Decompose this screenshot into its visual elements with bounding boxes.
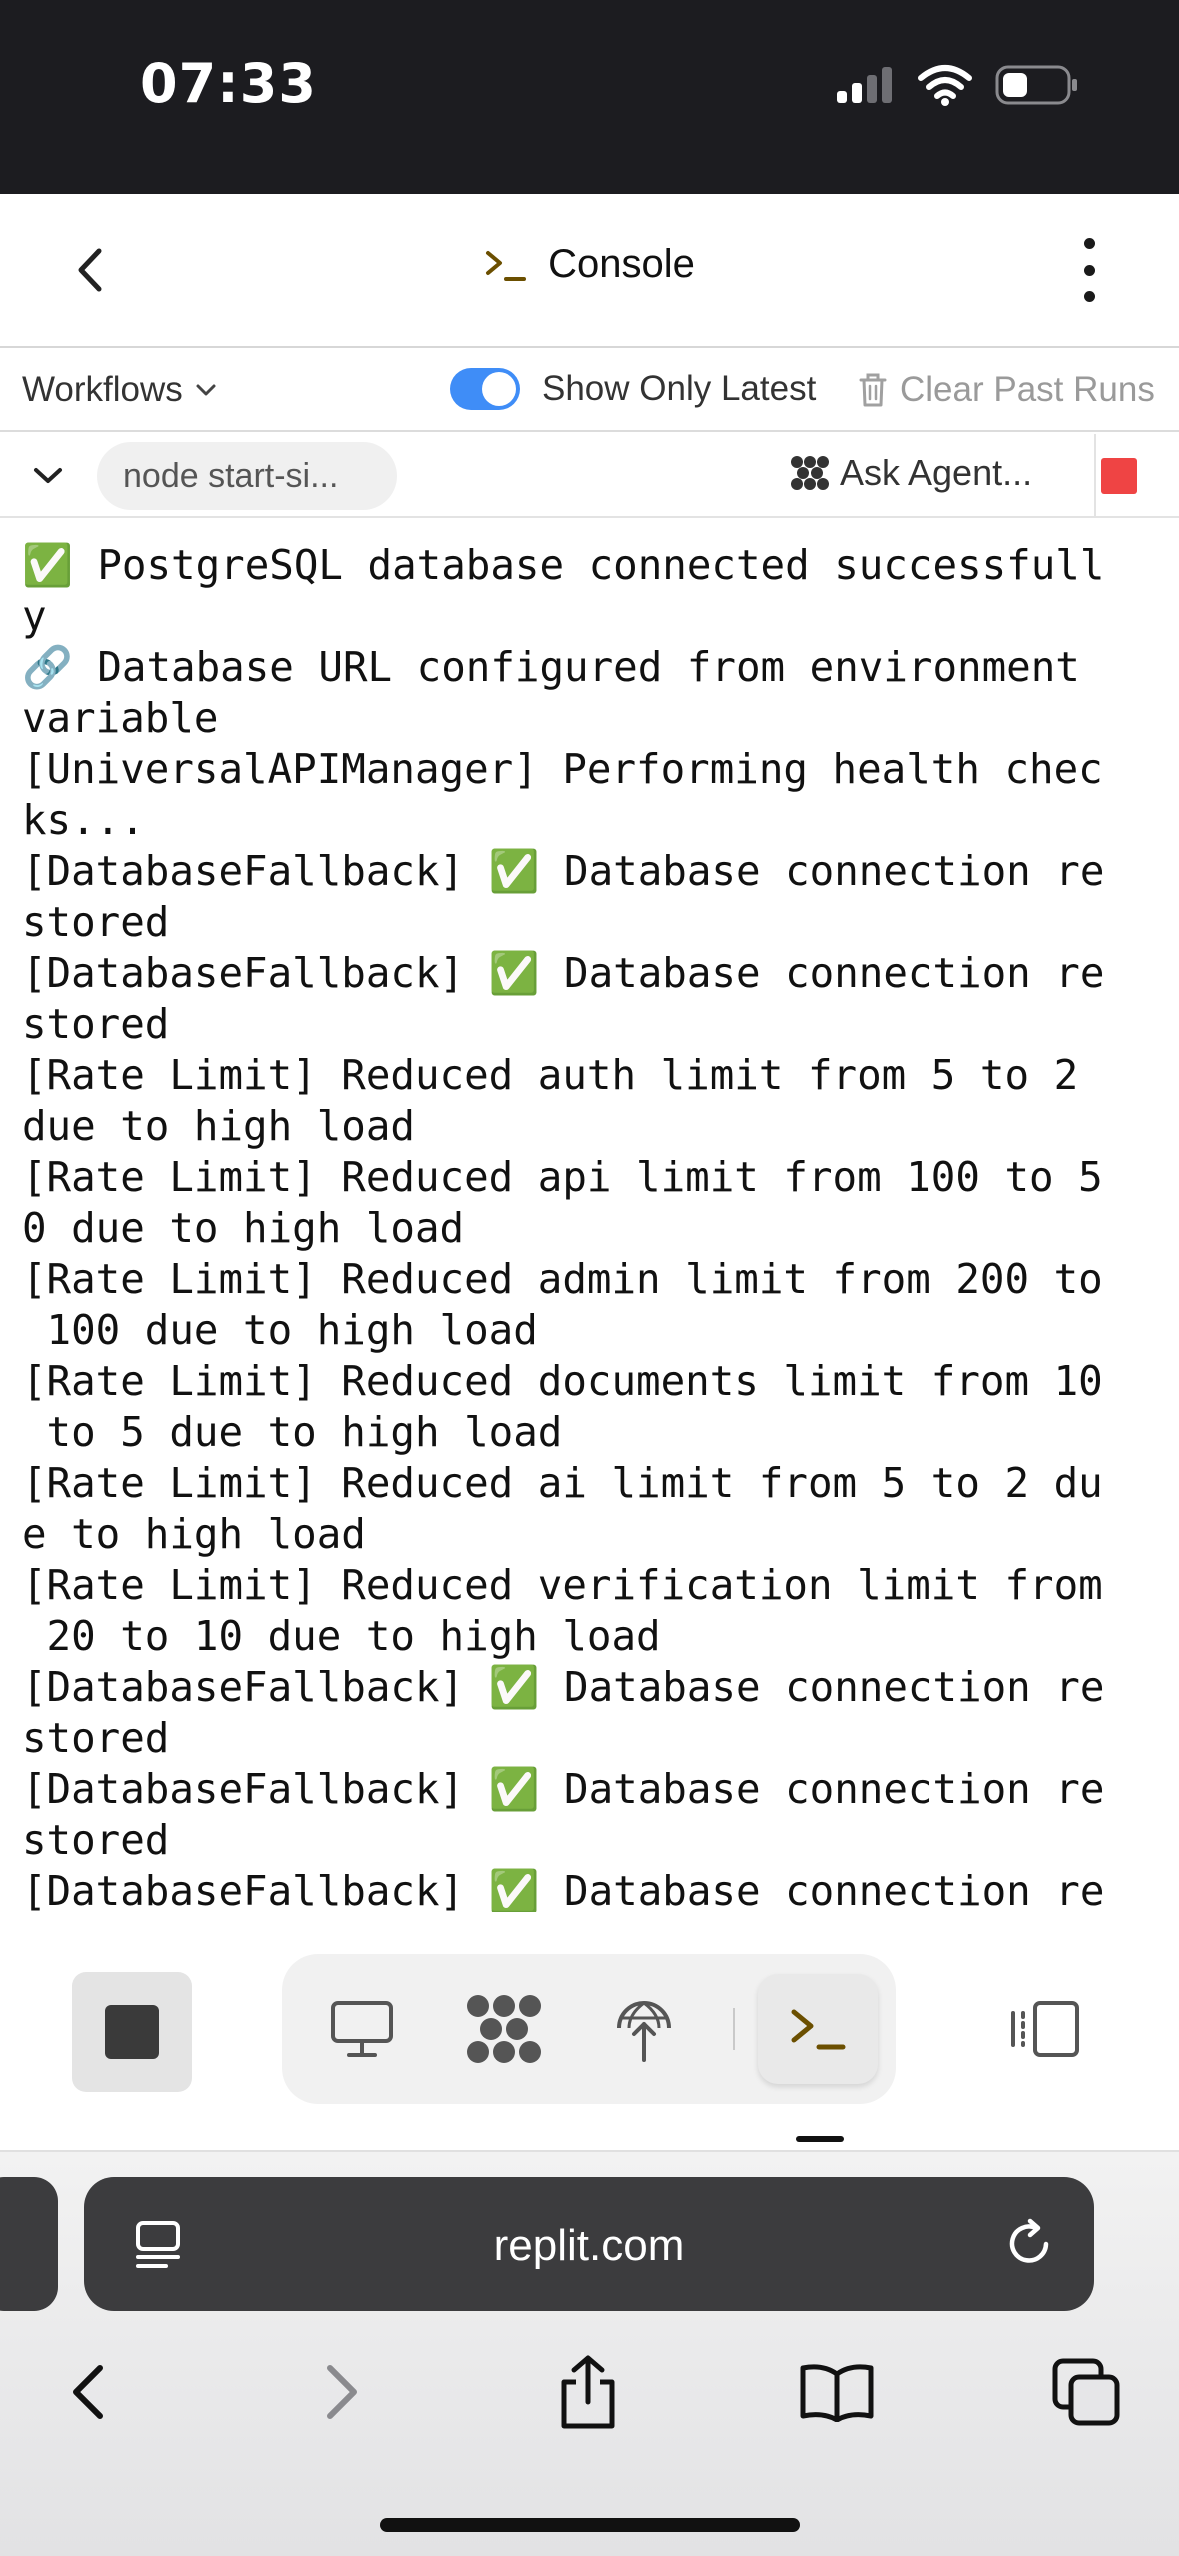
reload-icon[interactable]	[1002, 2217, 1056, 2271]
tool-group	[282, 1954, 896, 2104]
console-line: [DatabaseFallback] ✅ Database connection…	[22, 1663, 1105, 1711]
status-bar: 07:33	[0, 0, 1179, 194]
console-tool-button[interactable]	[758, 1974, 878, 2084]
console-line: stored	[22, 898, 170, 946]
console-line: stored	[22, 1816, 170, 1864]
console-line: 100 due to high load	[22, 1306, 538, 1354]
console-line: [DatabaseFallback] ✅ Database connection…	[22, 847, 1105, 895]
url-bar[interactable]: replit.com	[84, 2177, 1094, 2311]
workflows-label: Workflows	[22, 370, 183, 409]
ask-agent-label: Ask Agent...	[840, 452, 1033, 493]
browser-nav-row	[0, 2332, 1179, 2452]
kebab-icon[interactable]	[1069, 238, 1109, 302]
bookmarks-button[interactable]	[797, 2352, 877, 2432]
console-line: [Rate Limit] Reduced ai limit from 5 to …	[22, 1459, 1103, 1507]
share-icon	[561, 2355, 615, 2429]
toggle-switch[interactable]	[450, 368, 520, 410]
console-line: [DatabaseFallback] ✅ Database connection…	[22, 1765, 1105, 1813]
book-icon	[800, 2364, 874, 2422]
trash-icon	[859, 373, 887, 407]
console-line: e to high load	[22, 1510, 366, 1558]
terminal-prompt-icon	[791, 2009, 846, 2050]
console-line: [DatabaseFallback] ✅ Database connection…	[22, 1867, 1105, 1912]
agent-tool-button[interactable]	[454, 1982, 554, 2076]
console-line: 0 due to high load	[22, 1204, 465, 1252]
divider	[1094, 434, 1096, 518]
cellular-signal-icon	[837, 67, 892, 103]
agent-icon	[791, 456, 829, 490]
console-line: ✅ PostgreSQL database connected successf…	[22, 541, 1105, 589]
console-line: [Rate Limit] Reduced admin limit from 20…	[22, 1255, 1103, 1303]
collapse-button[interactable]	[26, 456, 70, 496]
stop-icon	[105, 2005, 159, 2059]
console-line: ks...	[22, 796, 145, 844]
previous-tab[interactable]	[0, 2177, 58, 2311]
console-header: Console	[0, 194, 1179, 348]
split-panel-icon	[1011, 2001, 1079, 2057]
page-title: Console	[0, 242, 1179, 287]
split-panel-button[interactable]	[1000, 1984, 1090, 2074]
show-only-latest-toggle[interactable]: Show Only Latest	[450, 368, 816, 410]
browser-forward-button[interactable]	[302, 2352, 382, 2432]
console-line: [Rate Limit] Reduced verification limit …	[22, 1561, 1103, 1609]
workflows-dropdown[interactable]: Workflows	[22, 370, 217, 410]
deploy-tool-button[interactable]	[594, 1982, 694, 2076]
console-line: 🔗 Database URL configured from environme…	[22, 643, 1080, 691]
console-line: [Rate Limit] Reduced auth limit from 5 t…	[22, 1051, 1079, 1099]
share-button[interactable]	[548, 2352, 628, 2432]
process-row: node start-si... Ask Agent...	[0, 434, 1179, 518]
console-line: [Rate Limit] Reduced api limit from 100 …	[22, 1153, 1103, 1201]
wifi-icon	[918, 65, 972, 106]
chevron-down-icon	[196, 384, 216, 396]
url-text: replit.com	[493, 2221, 685, 2270]
process-name-chip[interactable]: node start-si...	[97, 442, 397, 510]
monitor-icon	[331, 2001, 393, 2057]
console-line: [Rate Limit] Reduced documents limit fro…	[22, 1357, 1103, 1405]
tabs-button[interactable]	[1046, 2352, 1126, 2432]
console-line: due to high load	[22, 1102, 415, 1150]
console-line: stored	[22, 1000, 170, 1048]
browser-back-button[interactable]	[48, 2352, 128, 2432]
status-icons	[835, 64, 1079, 106]
clear-past-runs-button[interactable]: Clear Past Runs	[858, 370, 1155, 410]
tabs-icon	[1052, 2358, 1120, 2426]
chevron-down-icon	[34, 468, 62, 483]
chevron-right-icon	[327, 2365, 357, 2419]
status-time: 07:33	[140, 52, 317, 115]
agent-icon	[467, 1995, 541, 2063]
console-line: variable	[22, 694, 219, 742]
battery-icon	[995, 65, 1077, 105]
console-line: [DatabaseFallback] ✅ Database connection…	[22, 949, 1105, 997]
page-title-text: Console	[548, 242, 695, 286]
console-line: 20 to 10 due to high load	[22, 1612, 661, 1660]
app-toolbar	[0, 1912, 1179, 2152]
console-line: stored	[22, 1714, 170, 1762]
console-line: y	[22, 592, 47, 640]
chevron-left-icon	[73, 2365, 103, 2419]
workflow-toolbar: Workflows Show Only Latest Clear Past Ru…	[0, 350, 1179, 432]
show-only-latest-label: Show Only Latest	[542, 369, 817, 408]
ask-agent-button[interactable]: Ask Agent...	[790, 452, 1032, 494]
active-tab-indicator	[796, 2136, 844, 2142]
console-line: [UniversalAPIManager] Performing health …	[22, 745, 1103, 793]
preview-tool-button[interactable]	[312, 1982, 412, 2076]
console-line: to 5 due to high load	[22, 1408, 563, 1456]
home-indicator	[380, 2518, 800, 2532]
tool-separator	[733, 2008, 735, 2050]
globe-upload-icon	[617, 2001, 671, 2062]
stop-process-button[interactable]	[1101, 458, 1137, 494]
terminal-prompt-icon	[486, 250, 527, 281]
console-output[interactable]: ✅ PostgreSQL database connected successf…	[22, 540, 1157, 1912]
stop-button[interactable]	[72, 1972, 192, 2092]
clear-past-runs-label: Clear Past Runs	[900, 370, 1155, 409]
browser-chrome: replit.com	[0, 2152, 1179, 2556]
